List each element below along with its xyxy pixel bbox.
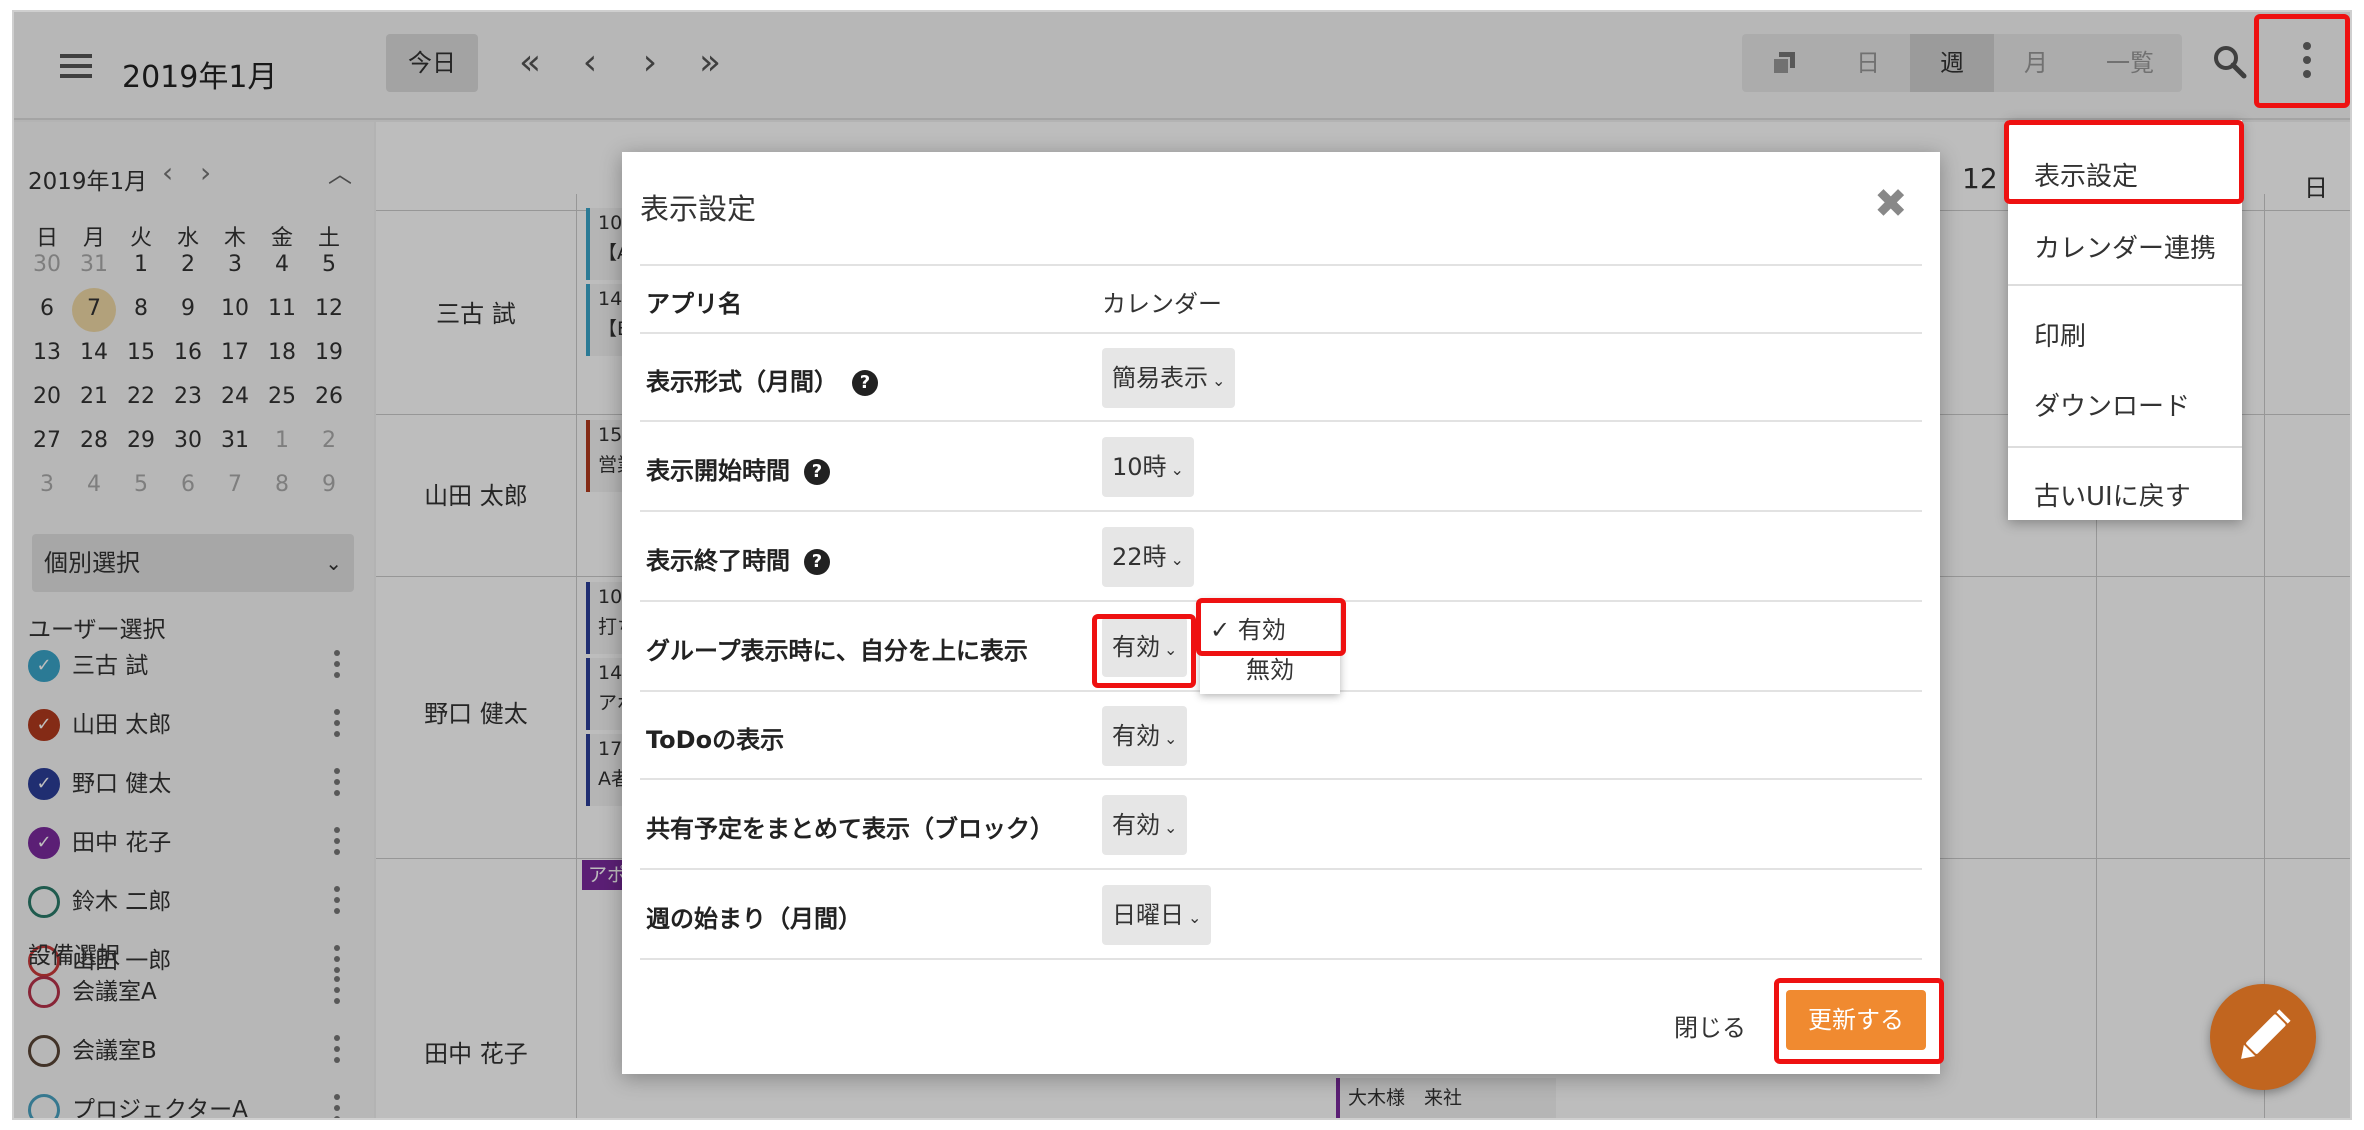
chevron-down-icon: ⌄	[1164, 729, 1178, 748]
menu-item-calendar-sync[interactable]: カレンダー連携	[2034, 228, 2216, 265]
setting-label-text: 共有予定をまとめて表示（ブロック）	[646, 815, 1054, 843]
menu-item-print[interactable]: 印刷	[2034, 316, 2086, 353]
setting-label-text: アプリ名	[646, 290, 742, 318]
chevron-down-icon: ⌄	[1170, 550, 1184, 569]
chevron-down-icon: ⌄	[1164, 818, 1178, 837]
new-event-button[interactable]	[2210, 984, 2316, 1090]
settings-row: 表示終了時間? 22時 ⌄	[640, 510, 1922, 600]
highlight-box	[1774, 978, 1944, 1064]
setting-label-text: 表示形式（月間）	[646, 368, 838, 396]
setting-select[interactable]: 有効 ⌄	[1102, 706, 1188, 766]
settings-row: 共有予定をまとめて表示（ブロック） 有効 ⌄	[640, 778, 1922, 868]
menu-divider	[2008, 446, 2242, 448]
chevron-down-icon: ⌄	[1170, 460, 1184, 479]
setting-select-value: 10時	[1112, 453, 1167, 481]
setting-select[interactable]: 簡易表示 ⌄	[1102, 348, 1236, 408]
setting-label-text: 表示終了時間	[646, 547, 790, 575]
highlight-box	[2004, 120, 2244, 204]
setting-label-text: 表示開始時間	[646, 457, 790, 485]
close-button[interactable]: 閉じる	[1674, 1008, 1746, 1043]
menu-divider	[2008, 284, 2242, 286]
highlight-box	[1092, 614, 1196, 688]
setting-label: グループ表示時に、自分を上に表示	[646, 631, 1028, 666]
highlight-box	[1196, 598, 1346, 656]
setting-select-value: 有効	[1112, 811, 1160, 839]
settings-row: アプリ名 カレンダー	[640, 264, 1922, 332]
settings-row: ToDoの表示 有効 ⌄	[640, 690, 1922, 778]
setting-label: ToDoの表示	[646, 720, 784, 755]
setting-select[interactable]: 22時 ⌄	[1102, 527, 1194, 587]
setting-select[interactable]: 日曜日 ⌄	[1102, 885, 1212, 945]
app-window: 2019年1月 今日 « ‹ › » 日 週 月 一覧 2019年1月 ‹ › …	[12, 10, 2352, 1120]
setting-label: アプリ名	[646, 284, 742, 319]
chevron-down-icon: ⌄	[1188, 908, 1202, 927]
settings-row: 表示形式（月間）? 簡易表示 ⌄	[640, 332, 1922, 420]
setting-label-text: グループ表示時に、自分を上に表示	[646, 637, 1028, 665]
dialog-title: 表示設定	[640, 192, 757, 226]
setting-label-text: ToDoの表示	[646, 726, 785, 754]
settings-row: 週の始まり（月間） 日曜日 ⌄	[640, 868, 1922, 958]
setting-label: 表示開始時間?	[646, 451, 830, 486]
setting-select-value: 22時	[1112, 543, 1167, 571]
setting-label: 表示形式（月間）?	[646, 362, 878, 397]
close-icon[interactable]: ✖	[1874, 184, 1908, 224]
setting-select-value: 簡易表示	[1112, 364, 1208, 392]
table-bottom-border	[640, 958, 1922, 960]
highlight-box	[2254, 14, 2350, 108]
chevron-down-icon: ⌄	[1212, 371, 1226, 390]
setting-label: 週の始まり（月間）	[646, 899, 862, 934]
setting-label: 表示終了時間?	[646, 541, 830, 576]
menu-item-download[interactable]: ダウンロード	[2034, 386, 2190, 423]
settings-dialog: 表示設定 ✖ アプリ名 カレンダー 表示形式（月間）? 簡易表示 ⌄ 表示開始時間? 10時…	[622, 152, 1944, 1074]
help-icon[interactable]: ?	[804, 459, 830, 485]
help-icon[interactable]: ?	[804, 549, 830, 575]
setting-select-value: 日曜日	[1112, 901, 1184, 929]
setting-select[interactable]: 有効 ⌄	[1102, 795, 1188, 855]
settings-row: 表示開始時間? 10時 ⌄	[640, 420, 1922, 510]
setting-value: カレンダー	[1102, 290, 1222, 318]
setting-label: 共有予定をまとめて表示（ブロック）	[646, 809, 1054, 844]
menu-item-old-ui[interactable]: 古いUIに戻す	[2034, 476, 2191, 513]
setting-select[interactable]: 10時 ⌄	[1102, 437, 1194, 497]
help-icon[interactable]: ?	[852, 370, 878, 396]
setting-select-value: 有効	[1112, 722, 1160, 750]
setting-label-text: 週の始まり（月間）	[646, 905, 862, 933]
pencil-icon	[2241, 1009, 2291, 1059]
